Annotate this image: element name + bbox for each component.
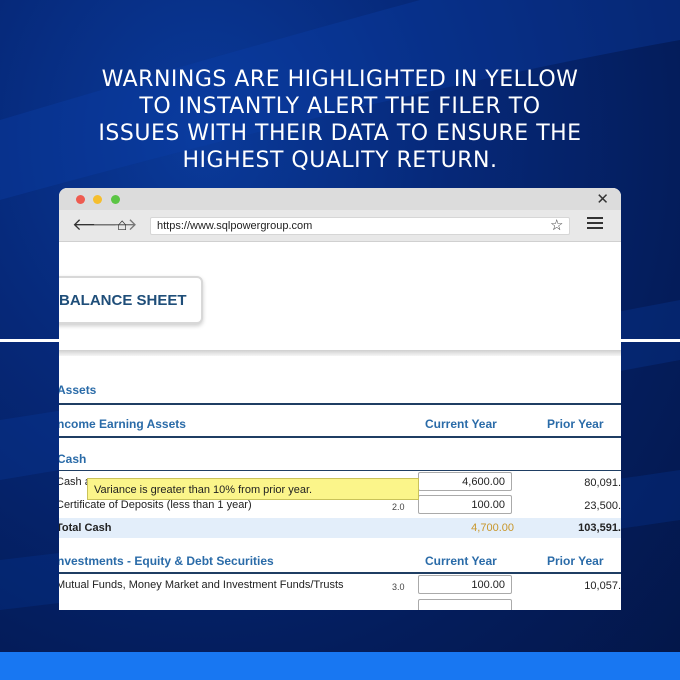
divider bbox=[59, 572, 621, 574]
page-content: BALANCE SHEET Assets ncome Earning Asset… bbox=[59, 242, 621, 610]
balance-sheet-tab[interactable]: BALANCE SHEET bbox=[59, 276, 203, 324]
close-dot-icon[interactable] bbox=[76, 195, 85, 204]
cd-line-number: 2.0 bbox=[392, 502, 405, 512]
browser-window: ✕ 🡐 🡒 ⌂ https://www.sqlpowergroup.com ☆ … bbox=[59, 188, 621, 610]
mutual-funds-prior-value: 10,057. bbox=[584, 580, 621, 592]
menu-icon[interactable] bbox=[587, 217, 603, 232]
headline: WARNINGS ARE HIGHLIGHTED IN YELLOW TO IN… bbox=[0, 66, 680, 174]
prior-year-header-2: Prior Year bbox=[547, 554, 604, 568]
divider bbox=[59, 403, 621, 405]
assets-heading: Assets bbox=[59, 383, 97, 397]
cash-prior-value: 80,091. bbox=[584, 477, 621, 489]
variance-warning-tooltip: Variance is greater than 10% from prior … bbox=[87, 478, 419, 500]
close-icon[interactable]: ✕ bbox=[596, 190, 609, 208]
divider bbox=[59, 436, 621, 438]
investments-heading: nvestments - Equity & Debt Securities bbox=[59, 554, 274, 568]
headline-line-3: ISSUES WITH THEIR DATA TO ENSURE THE bbox=[98, 121, 582, 146]
browser-titlebar: ✕ bbox=[59, 188, 621, 210]
headline-line-4: HIGHEST QUALITY RETURN. bbox=[182, 148, 498, 173]
mutual-funds-label: Mutual Funds, Money Market and Investmen… bbox=[59, 579, 344, 591]
mutual-funds-current-input[interactable]: 100.00 bbox=[418, 575, 512, 594]
next-row-current-input[interactable] bbox=[418, 599, 512, 610]
income-earning-assets-heading: ncome Earning Assets bbox=[59, 417, 186, 431]
minimize-dot-icon[interactable] bbox=[93, 195, 102, 204]
browser-navbar: 🡐 🡒 ⌂ https://www.sqlpowergroup.com ☆ bbox=[59, 210, 621, 242]
bookmark-star-icon[interactable]: ☆ bbox=[550, 216, 563, 234]
mutual-funds-line-number: 3.0 bbox=[392, 582, 405, 592]
home-icon[interactable]: ⌂ bbox=[117, 215, 127, 235]
forward-arrow-icon[interactable]: 🡒 bbox=[92, 215, 138, 235]
total-cash-current: 4,700.00 bbox=[471, 522, 514, 534]
total-cash-row bbox=[59, 518, 621, 538]
divider bbox=[59, 470, 621, 471]
cd-current-input[interactable]: 100.00 bbox=[418, 495, 512, 514]
maximize-dot-icon[interactable] bbox=[111, 195, 120, 204]
prior-year-header: Prior Year bbox=[547, 417, 604, 431]
cd-row-label: Certificate of Deposits (less than 1 yea… bbox=[59, 499, 252, 511]
total-cash-prior: 103,591. bbox=[578, 522, 621, 534]
current-year-header-2: Current Year bbox=[425, 554, 497, 568]
headline-line-2: TO INSTANTLY ALERT THE FILER TO bbox=[139, 94, 541, 119]
tab-underline bbox=[59, 350, 621, 356]
url-bar[interactable]: https://www.sqlpowergroup.com bbox=[150, 217, 570, 235]
current-year-header: Current Year bbox=[425, 417, 497, 431]
total-cash-label: Total Cash bbox=[59, 522, 112, 534]
bottom-accent-bar bbox=[0, 652, 680, 680]
headline-line-1: WARNINGS ARE HIGHLIGHTED IN YELLOW bbox=[101, 67, 579, 92]
cash-current-input[interactable]: 4,600.00 bbox=[418, 472, 512, 491]
cash-heading: Cash bbox=[59, 452, 87, 466]
cd-prior-value: 23,500. bbox=[584, 500, 621, 512]
